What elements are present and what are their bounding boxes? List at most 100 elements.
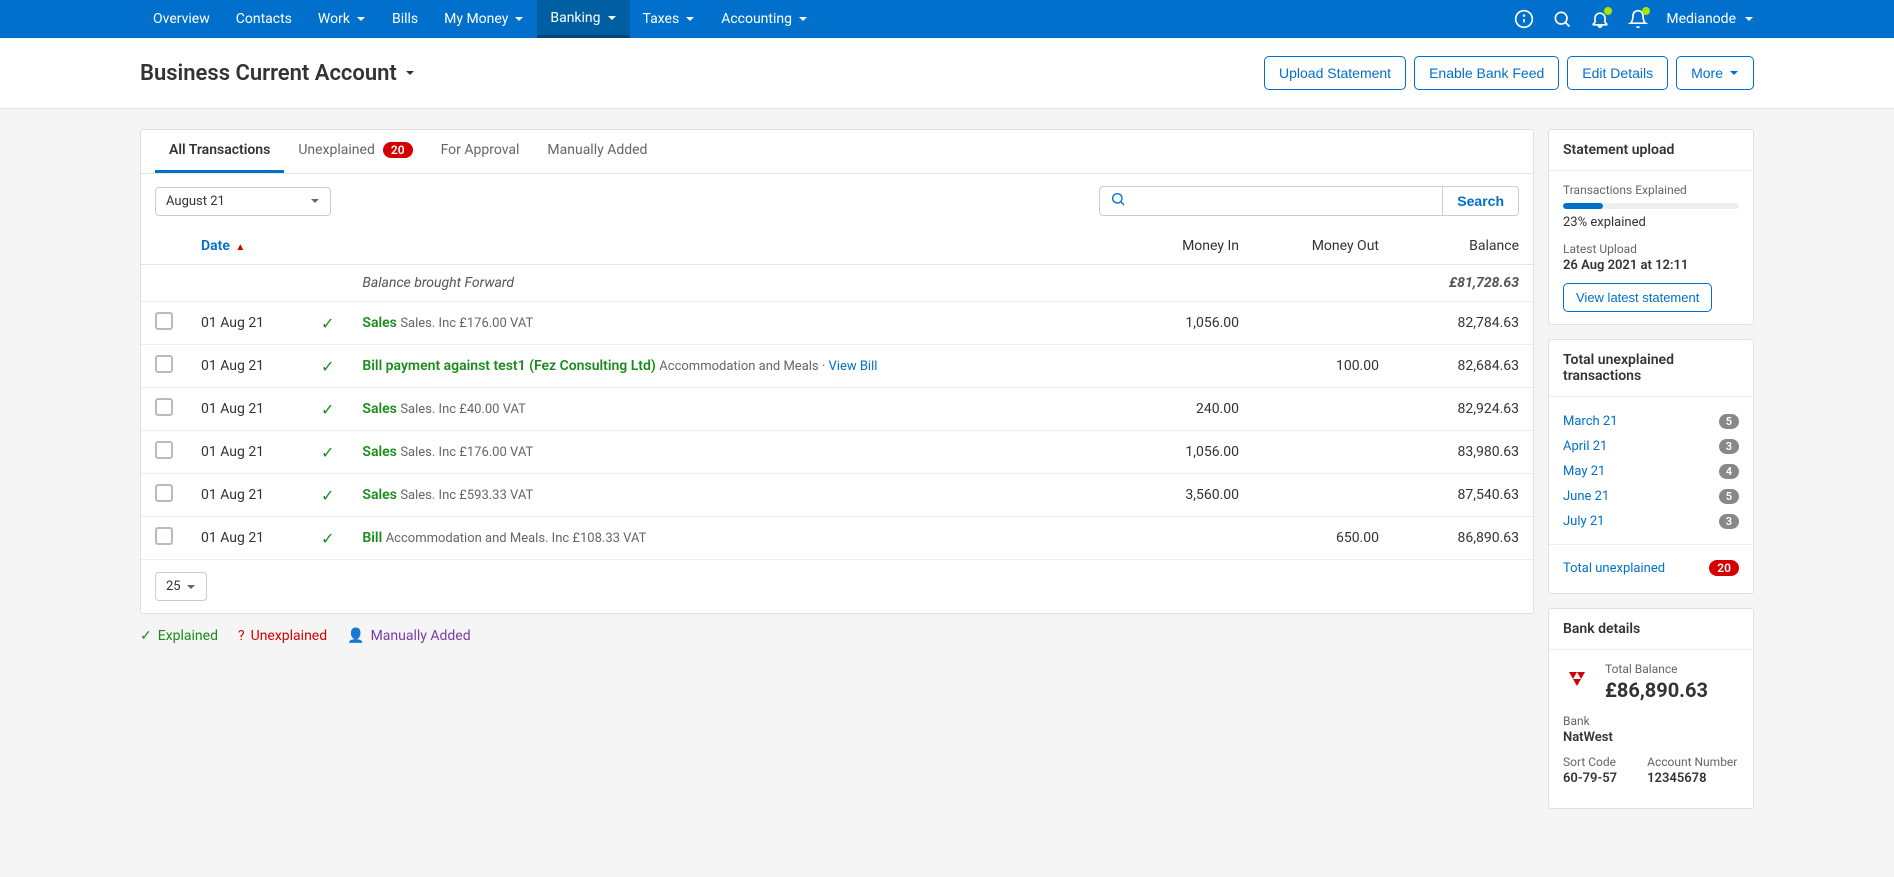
unexplained-panel: Total unexplained transactions March 215… (1548, 339, 1754, 594)
total-unexplained-row: Total unexplained 20 (1563, 555, 1739, 581)
unexplained-month-row: July 21 3 (1563, 509, 1739, 534)
table-row[interactable]: 01 Aug 21✓Bill Accommodation and Meals. … (141, 517, 1533, 560)
row-checkbox[interactable] (155, 527, 173, 545)
row-checkbox[interactable] (155, 398, 173, 416)
row-checkbox[interactable] (155, 312, 173, 330)
tab-for-approval[interactable]: For Approval (427, 130, 534, 173)
row-description: Sales Sales. Inc £40.00 VAT (348, 388, 1113, 431)
page-title-dropdown[interactable]: Business Current Account (140, 61, 415, 86)
unexplained-month-count: 3 (1719, 514, 1739, 529)
tab-all-transactions[interactable]: All Transactions (155, 130, 284, 173)
row-balance: 82,784.63 (1393, 302, 1533, 345)
row-money-out (1253, 474, 1393, 517)
search-button[interactable]: Search (1443, 186, 1519, 216)
explained-check-icon: ✓ (321, 357, 334, 376)
row-date: 01 Aug 21 (187, 474, 307, 517)
nav-item-my-money[interactable]: My Money (431, 0, 537, 38)
row-checkbox[interactable] (155, 355, 173, 373)
row-money-in (1113, 517, 1253, 560)
sort-code-label: Sort Code (1563, 755, 1617, 769)
table-row[interactable]: 01 Aug 21✓Sales Sales. Inc £176.00 VAT1,… (141, 302, 1533, 345)
nav-item-contacts[interactable]: Contacts (223, 0, 305, 38)
view-bill-link[interactable]: View Bill (829, 359, 878, 374)
page-size-value: 25 (166, 579, 181, 594)
total-balance-value: £86,890.63 (1605, 678, 1708, 702)
bank-logo-icon (1563, 668, 1591, 696)
row-description: Sales Sales. Inc £176.00 VAT (348, 431, 1113, 474)
search-group: Search (1099, 186, 1519, 216)
total-unexplained-link[interactable]: Total unexplained (1563, 561, 1665, 576)
transactions-column: All TransactionsUnexplained20For Approva… (140, 129, 1534, 644)
table-row[interactable]: 01 Aug 21✓Sales Sales. Inc £593.33 VAT3,… (141, 474, 1533, 517)
notification-dot-icon (1604, 7, 1612, 15)
money-in-header: Money In (1113, 228, 1253, 265)
table-row[interactable]: 01 Aug 21✓Bill payment against test1 (Fe… (141, 345, 1533, 388)
month-select[interactable]: August 21 (155, 187, 331, 216)
main-content: All TransactionsUnexplained20For Approva… (0, 109, 1894, 829)
row-money-out (1253, 388, 1393, 431)
row-checkbox[interactable] (155, 441, 173, 459)
legend-unexplained: ? Unexplained (238, 628, 327, 644)
nav-item-taxes[interactable]: Taxes (630, 0, 709, 38)
table-row[interactable]: 01 Aug 21✓Sales Sales. Inc £176.00 VAT1,… (141, 431, 1533, 474)
total-unexplained-count: 20 (1709, 560, 1739, 576)
chevron-down-icon (798, 14, 808, 24)
nav-item-work[interactable]: Work (305, 0, 379, 38)
explained-check-icon: ✓ (321, 529, 334, 548)
account-number-label: Account Number (1647, 755, 1737, 769)
unexplained-count-badge: 20 (383, 142, 413, 158)
sidebar: Statement upload Transactions Explained … (1548, 129, 1754, 809)
nav-item-accounting[interactable]: Accounting (708, 0, 821, 38)
row-money-in: 240.00 (1113, 388, 1253, 431)
total-balance-label: Total Balance (1605, 662, 1708, 676)
enable-bank-feed-button[interactable]: Enable Bank Feed (1414, 56, 1559, 90)
nav-item-overview[interactable]: Overview (140, 0, 223, 38)
edit-details-button[interactable]: Edit Details (1567, 56, 1668, 90)
bank-name: NatWest (1563, 730, 1739, 745)
alerts-icon[interactable] (1628, 9, 1648, 29)
info-icon[interactable] (1514, 9, 1534, 29)
upload-statement-button[interactable]: Upload Statement (1264, 56, 1406, 90)
alert-dot-icon (1642, 7, 1650, 15)
search-icon[interactable] (1552, 9, 1572, 29)
legend-manually-added: 👤 Manually Added (347, 628, 471, 644)
nav-left: OverviewContactsWorkBillsMy MoneyBanking… (140, 0, 821, 38)
row-date: 01 Aug 21 (187, 345, 307, 388)
nav-item-banking[interactable]: Banking (537, 0, 629, 38)
user-menu[interactable]: Medianode (1666, 11, 1754, 27)
progress-fill (1563, 203, 1603, 209)
page-header: Business Current Account Upload Statemen… (0, 38, 1894, 109)
chevron-down-icon (685, 14, 695, 24)
nav-item-bills[interactable]: Bills (379, 0, 431, 38)
unexplained-month-link[interactable]: April 21 (1563, 439, 1607, 454)
tab-unexplained[interactable]: Unexplained20 (284, 130, 426, 173)
chevron-down-icon (186, 582, 196, 592)
unexplained-month-link[interactable]: May 21 (1563, 464, 1605, 479)
unexplained-month-link[interactable]: June 21 (1563, 489, 1609, 504)
date-header[interactable]: Date ▲ (187, 228, 307, 265)
more-button[interactable]: More (1676, 56, 1754, 90)
explained-check-icon: ✓ (321, 486, 334, 505)
row-checkbox[interactable] (155, 484, 173, 502)
search-input[interactable] (1134, 193, 1432, 208)
question-icon: ? (238, 628, 245, 644)
unexplained-month-link[interactable]: July 21 (1563, 514, 1605, 529)
balance-forward-amount: £81,728.63 (1449, 275, 1519, 291)
unexplained-month-count: 5 (1719, 414, 1739, 429)
unexplained-month-link[interactable]: March 21 (1563, 414, 1618, 429)
row-date: 01 Aug 21 (187, 388, 307, 431)
chevron-down-icon (607, 13, 617, 23)
explained-progress (1563, 203, 1739, 209)
row-money-out (1253, 302, 1393, 345)
chevron-down-icon (356, 14, 366, 24)
person-icon: 👤 (347, 628, 364, 644)
bank-details-panel: Bank details Total Balance £86,890.63 Ba… (1548, 608, 1754, 809)
view-latest-statement-button[interactable]: View latest statement (1563, 283, 1712, 312)
table-row[interactable]: 01 Aug 21✓Sales Sales. Inc £40.00 VAT240… (141, 388, 1533, 431)
chevron-down-icon (1729, 68, 1739, 78)
page-size-select[interactable]: 25 (155, 572, 207, 601)
tab-manually-added[interactable]: Manually Added (533, 130, 661, 173)
unexplained-month-count: 4 (1719, 464, 1739, 479)
notifications-icon[interactable] (1590, 9, 1610, 29)
row-money-out: 100.00 (1253, 345, 1393, 388)
